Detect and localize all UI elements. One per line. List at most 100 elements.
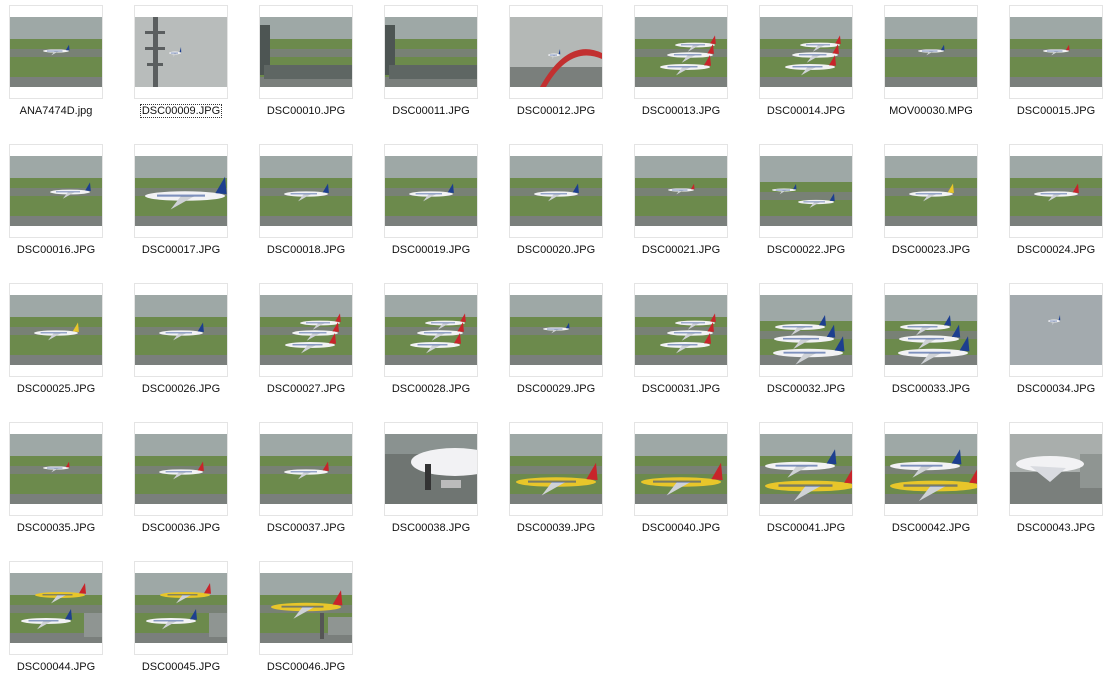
file-item[interactable]: DSC00021.JPG [629, 140, 749, 270]
file-item[interactable]: DSC00033.JPG [879, 279, 999, 409]
file-item[interactable]: DSC00045.JPG [129, 557, 249, 687]
thumbnail-frame[interactable] [509, 283, 603, 377]
file-name-label[interactable]: DSC00044.JPG [4, 661, 108, 674]
file-name-label[interactable]: DSC00027.JPG [254, 383, 358, 396]
thumbnail-frame[interactable] [259, 283, 353, 377]
file-name-label[interactable]: DSC00042.JPG [879, 522, 983, 535]
file-item[interactable]: DSC00018.JPG [254, 140, 374, 270]
thumbnail-frame[interactable] [634, 283, 728, 377]
file-name-label[interactable]: ANA7474D.jpg [4, 105, 108, 118]
thumbnail-frame[interactable] [884, 283, 978, 377]
file-name-label[interactable]: DSC00014.JPG [754, 105, 858, 118]
file-name-label[interactable]: DSC00036.JPG [129, 522, 233, 535]
file-name-label[interactable]: DSC00015.JPG [1004, 105, 1108, 118]
file-name-label[interactable]: MOV00030.MPG [879, 105, 983, 118]
file-item[interactable]: DSC00028.JPG [379, 279, 499, 409]
thumbnail-frame[interactable] [759, 283, 853, 377]
file-item[interactable]: DSC00035.JPG [4, 418, 124, 548]
thumbnail-frame[interactable] [9, 144, 103, 238]
file-item[interactable]: DSC00010.JPG [254, 1, 374, 131]
file-item[interactable]: ANA7474D.jpg [4, 1, 124, 131]
file-name-label[interactable]: DSC00023.JPG [879, 244, 983, 257]
file-item[interactable]: DSC00032.JPG [754, 279, 874, 409]
thumbnail-frame[interactable] [509, 422, 603, 516]
file-item[interactable]: DSC00046.JPG [254, 557, 374, 687]
file-item[interactable]: DSC00025.JPG [4, 279, 124, 409]
file-item[interactable]: DSC00023.JPG [879, 140, 999, 270]
file-name-label[interactable]: DSC00040.JPG [629, 522, 733, 535]
thumbnail-frame[interactable] [384, 283, 478, 377]
thumbnail-frame[interactable] [134, 283, 228, 377]
file-name-label[interactable]: DSC00020.JPG [504, 244, 608, 257]
file-name-label[interactable]: DSC00037.JPG [254, 522, 358, 535]
file-item[interactable]: DSC00026.JPG [129, 279, 249, 409]
file-item[interactable]: DSC00037.JPG [254, 418, 374, 548]
thumbnail-frame[interactable] [634, 422, 728, 516]
file-name-label[interactable]: DSC00035.JPG [4, 522, 108, 535]
file-name-label[interactable]: DSC00021.JPG [629, 244, 733, 257]
file-name-label[interactable]: DSC00029.JPG [504, 383, 608, 396]
thumbnail-frame[interactable] [384, 144, 478, 238]
file-item[interactable]: DSC00020.JPG [504, 140, 624, 270]
file-name-label[interactable]: DSC00033.JPG [879, 383, 983, 396]
thumbnail-frame[interactable] [1009, 283, 1103, 377]
thumbnail-frame[interactable] [134, 144, 228, 238]
thumbnail-frame[interactable] [759, 5, 853, 99]
thumbnail-frame[interactable] [259, 5, 353, 99]
file-item[interactable]: DSC00029.JPG [504, 279, 624, 409]
file-name-label[interactable]: DSC00025.JPG [4, 383, 108, 396]
file-name-label[interactable]: DSC00017.JPG [129, 244, 233, 257]
file-item[interactable]: DSC00017.JPG [129, 140, 249, 270]
thumbnail-frame[interactable] [9, 561, 103, 655]
file-item[interactable]: DSC00012.JPG [504, 1, 624, 131]
file-item[interactable]: DSC00024.JPG [1004, 140, 1119, 270]
file-name-label[interactable]: DSC00024.JPG [1004, 244, 1108, 257]
thumbnail-frame[interactable] [509, 144, 603, 238]
file-item[interactable]: DSC00039.JPG [504, 418, 624, 548]
thumbnail-frame[interactable] [9, 5, 103, 99]
file-name-label[interactable]: DSC00013.JPG [629, 105, 733, 118]
file-item[interactable]: DSC00015.JPG [1004, 1, 1119, 131]
file-item[interactable]: MOV00030.MPG [879, 1, 999, 131]
thumbnail-frame[interactable] [134, 561, 228, 655]
thumbnail-frame[interactable] [259, 561, 353, 655]
file-item[interactable]: DSC00043.JPG [1004, 418, 1119, 548]
thumbnail-frame[interactable] [1009, 144, 1103, 238]
thumbnail-frame[interactable] [259, 144, 353, 238]
thumbnail-frame[interactable] [134, 5, 228, 99]
thumbnail-frame[interactable] [634, 5, 728, 99]
thumbnail-frame[interactable] [1009, 422, 1103, 516]
file-name-label[interactable]: DSC00041.JPG [754, 522, 858, 535]
thumbnail-frame[interactable] [384, 422, 478, 516]
file-item[interactable]: DSC00040.JPG [629, 418, 749, 548]
thumbnail-frame[interactable] [509, 5, 603, 99]
file-item[interactable]: DSC00038.JPG [379, 418, 499, 548]
thumbnail-frame[interactable] [9, 422, 103, 516]
file-item[interactable]: DSC00014.JPG [754, 1, 874, 131]
file-name-label[interactable]: DSC00039.JPG [504, 522, 608, 535]
thumbnail-frame[interactable] [1009, 5, 1103, 99]
file-name-label[interactable]: DSC00010.JPG [254, 105, 358, 118]
file-name-label[interactable]: DSC00012.JPG [504, 105, 608, 118]
file-item[interactable]: DSC00036.JPG [129, 418, 249, 548]
file-name-label[interactable]: DSC00043.JPG [1004, 522, 1108, 535]
file-item[interactable]: DSC00019.JPG [379, 140, 499, 270]
file-name-label[interactable]: DSC00022.JPG [754, 244, 858, 257]
file-item[interactable]: DSC00034.JPG [1004, 279, 1119, 409]
thumbnail-frame[interactable] [634, 144, 728, 238]
thumbnail-frame[interactable] [884, 422, 978, 516]
file-item[interactable]: DSC00041.JPG [754, 418, 874, 548]
thumbnail-frame[interactable] [9, 283, 103, 377]
file-item[interactable]: DSC00016.JPG [4, 140, 124, 270]
thumbnail-frame[interactable] [134, 422, 228, 516]
file-item[interactable]: DSC00031.JPG [629, 279, 749, 409]
file-name-label[interactable]: DSC00028.JPG [379, 383, 483, 396]
thumbnail-frame[interactable] [384, 5, 478, 99]
file-name-label[interactable]: DSC00032.JPG [754, 383, 858, 396]
file-name-label[interactable]: DSC00009.JPG [129, 104, 233, 118]
file-item[interactable]: DSC00011.JPG [379, 1, 499, 131]
file-item[interactable]: DSC00042.JPG [879, 418, 999, 548]
file-item[interactable]: DSC00013.JPG [629, 1, 749, 131]
file-name-label[interactable]: DSC00019.JPG [379, 244, 483, 257]
file-name-label[interactable]: DSC00031.JPG [629, 383, 733, 396]
